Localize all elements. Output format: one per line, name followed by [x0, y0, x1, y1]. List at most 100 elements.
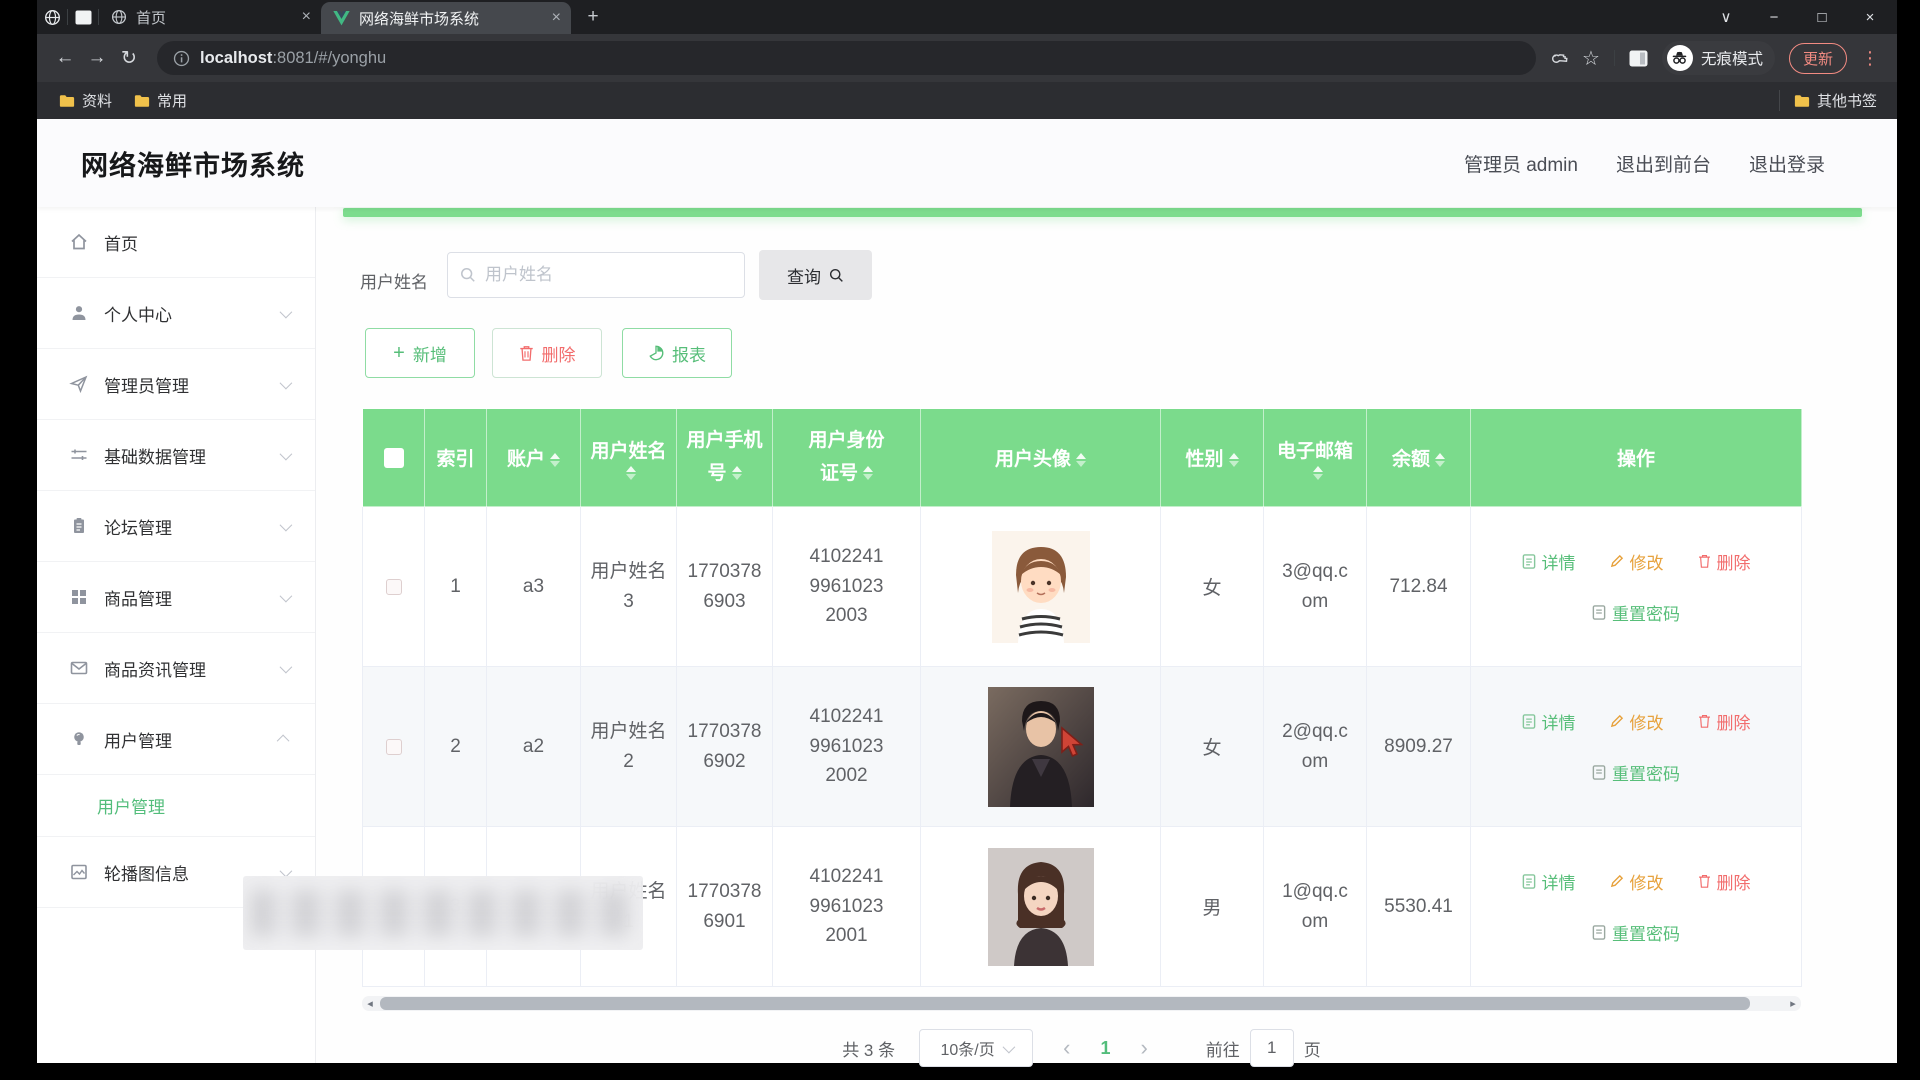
- reset-password-link[interactable]: 重置密码: [1592, 760, 1680, 785]
- vue-logo-icon: [333, 11, 350, 26]
- tab-active-title: 网络海鲜市场系统: [359, 8, 543, 29]
- cell-account: a2: [487, 667, 581, 827]
- row-checkbox[interactable]: [386, 739, 402, 755]
- sort-carets-icon[interactable]: [626, 466, 636, 480]
- edit-link[interactable]: 修改: [1610, 709, 1664, 734]
- bookmark-folder-changyong[interactable]: 常用: [126, 90, 195, 111]
- header-name[interactable]: 用户姓名: [581, 409, 677, 507]
- row-checkbox[interactable]: [386, 579, 402, 595]
- select-all-checkbox[interactable]: [384, 448, 404, 468]
- clipboard-icon: [69, 516, 89, 536]
- other-bookmarks[interactable]: 其他书签: [1779, 90, 1877, 111]
- add-button[interactable]: + 新增: [365, 328, 475, 378]
- header-phone[interactable]: 用户手机号: [677, 409, 773, 507]
- window-maximize-button[interactable]: □: [1813, 9, 1831, 26]
- detail-link[interactable]: 详情: [1522, 549, 1576, 574]
- sidebar-item-label: 轮播图信息: [104, 860, 189, 885]
- url-field[interactable]: localhost:8081/#/yonghu: [157, 41, 1536, 75]
- pencil-icon: [1610, 714, 1624, 728]
- browser-more-menu-icon[interactable]: ⋮: [1861, 48, 1879, 69]
- browser-menu-chevron-icon[interactable]: ∨: [1717, 8, 1735, 26]
- reload-button[interactable]: ↻: [113, 42, 145, 74]
- detail-link[interactable]: 详情: [1522, 709, 1576, 734]
- sidebar-item-users[interactable]: 用户管理: [37, 704, 315, 775]
- report-button[interactable]: 报表: [622, 328, 732, 378]
- tab-close-icon[interactable]: ×: [552, 9, 561, 27]
- pinned-tab-globe[interactable]: [37, 3, 67, 31]
- scroll-left-icon[interactable]: ◂: [362, 997, 378, 1010]
- sidebar-item-base-data[interactable]: 基础数据管理: [37, 420, 315, 491]
- header-select-all[interactable]: [363, 409, 425, 507]
- bookmark-star-icon[interactable]: ☆: [1582, 46, 1600, 71]
- folder-icon: [59, 94, 75, 108]
- mouse-cursor: [1058, 726, 1088, 760]
- scrollbar-thumb[interactable]: [380, 997, 1750, 1010]
- cell-avatar: [921, 667, 1161, 827]
- delete-link[interactable]: 删除: [1698, 549, 1751, 574]
- new-tab-button[interactable]: +: [579, 3, 607, 31]
- reset-password-link[interactable]: 重置密码: [1592, 920, 1680, 945]
- pencil-icon: [1610, 874, 1624, 888]
- sidebar-item-goods-news[interactable]: 商品资讯管理: [37, 633, 315, 704]
- sidebar-item-label: 首页: [104, 230, 138, 255]
- side-panel-icon[interactable]: [1629, 50, 1648, 67]
- header-balance[interactable]: 余额: [1367, 409, 1471, 507]
- cell-account: a3: [487, 507, 581, 667]
- back-button[interactable]: ←: [49, 42, 81, 74]
- mail-icon: [69, 658, 89, 678]
- query-button[interactable]: 查询: [759, 250, 872, 300]
- forward-button[interactable]: →: [81, 42, 113, 74]
- password-key-icon[interactable]: [1548, 48, 1568, 68]
- info-icon[interactable]: [173, 50, 190, 67]
- detail-link[interactable]: 详情: [1522, 869, 1576, 894]
- window-minimize-button[interactable]: −: [1765, 9, 1783, 26]
- cell-balance: 8909.27: [1367, 667, 1471, 827]
- header-id-card[interactable]: 用户身份证号: [773, 409, 921, 507]
- pinned-tab-square[interactable]: [68, 3, 98, 31]
- logout-link[interactable]: 退出登录: [1749, 150, 1825, 177]
- chevron-down-icon: [280, 518, 293, 531]
- chrome-update-button[interactable]: 更新: [1789, 43, 1847, 74]
- edit-link[interactable]: 修改: [1610, 549, 1664, 574]
- delete-link[interactable]: 删除: [1698, 709, 1751, 734]
- tab-close-icon[interactable]: ×: [302, 8, 311, 26]
- goto-page-input[interactable]: [1250, 1029, 1294, 1067]
- header-gender[interactable]: 性别: [1161, 409, 1264, 507]
- sort-carets-icon[interactable]: [1229, 453, 1239, 467]
- sidebar-item-forum[interactable]: 论坛管理: [37, 491, 315, 562]
- sidebar-item-admin-mgmt[interactable]: 管理员管理: [37, 349, 315, 420]
- delete-link[interactable]: 删除: [1698, 869, 1751, 894]
- sidebar-item-home[interactable]: 首页: [37, 207, 315, 278]
- header-email[interactable]: 电子邮箱: [1264, 409, 1367, 507]
- header-account[interactable]: 账户: [487, 409, 581, 507]
- delete-button[interactable]: 删除: [492, 328, 602, 378]
- sidebar-item-profile[interactable]: 个人中心: [37, 278, 315, 349]
- sidebar-subitem-users-active[interactable]: 用户管理: [37, 775, 315, 837]
- cell-id-card: 410224199610232003: [773, 507, 921, 667]
- search-input[interactable]: [485, 265, 732, 285]
- current-page-number[interactable]: 1: [1100, 1038, 1110, 1059]
- sort-carets-icon[interactable]: [732, 466, 742, 480]
- tab-home-title: 首页: [136, 7, 293, 28]
- scroll-right-icon[interactable]: ▸: [1785, 997, 1801, 1010]
- sort-carets-icon[interactable]: [1076, 453, 1086, 467]
- window-close-button[interactable]: ×: [1861, 9, 1879, 26]
- horizontal-scrollbar[interactable]: ◂ ▸: [362, 996, 1801, 1011]
- sidebar-item-goods[interactable]: 商品管理: [37, 562, 315, 633]
- sort-carets-icon[interactable]: [1313, 466, 1323, 480]
- cell-id-card: 410224199610232001: [773, 827, 921, 987]
- sort-carets-icon[interactable]: [550, 453, 560, 467]
- sort-carets-icon[interactable]: [863, 466, 873, 480]
- next-page-button[interactable]: ›: [1140, 1035, 1147, 1061]
- tab-active[interactable]: 网络海鲜市场系统 ×: [321, 2, 571, 34]
- bookmark-folder-ziliao[interactable]: 资料: [51, 90, 120, 111]
- header-avatar[interactable]: 用户头像: [921, 409, 1161, 507]
- page-size-select[interactable]: 10条/页: [919, 1029, 1033, 1067]
- logout-to-front-link[interactable]: 退出到前台: [1616, 150, 1711, 177]
- sidebar-item-label: 用户管理: [104, 727, 172, 752]
- sort-carets-icon[interactable]: [1435, 453, 1445, 467]
- prev-page-button[interactable]: ‹: [1063, 1035, 1070, 1061]
- edit-link[interactable]: 修改: [1610, 869, 1664, 894]
- reset-password-link[interactable]: 重置密码: [1592, 600, 1680, 625]
- tab-home[interactable]: 首页 ×: [99, 0, 321, 34]
